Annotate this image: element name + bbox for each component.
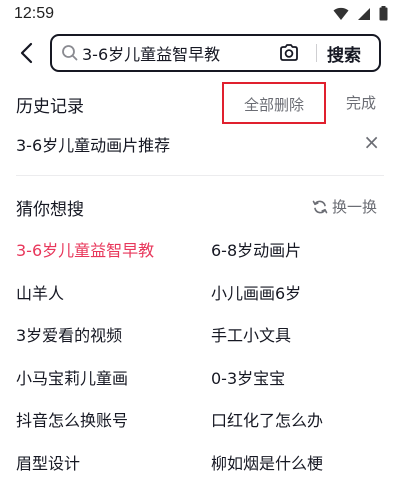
suggestion-item[interactable]: 抖音怎么换账号 <box>16 407 128 431</box>
close-icon[interactable]: × <box>363 130 380 154</box>
refresh-icon <box>312 200 328 213</box>
clear-all-highlight-box: 全部删除 <box>222 82 326 124</box>
history-title: 历史记录 <box>16 97 84 117</box>
history-item[interactable]: 3-6岁儿童动画片推荐 × <box>16 130 384 158</box>
battery-icon <box>379 6 388 21</box>
refresh-button[interactable]: 换一换 <box>312 196 377 217</box>
suggestion-item[interactable]: 6-8岁动画片 <box>211 237 301 261</box>
status-icons <box>333 6 388 21</box>
suggestion-item[interactable]: 柳如烟是什么梗 <box>211 450 323 474</box>
history-item-text: 3-6岁儿童动画片推荐 <box>16 136 171 155</box>
done-button[interactable]: 完成 <box>346 92 376 113</box>
status-bar: 12:59 <box>0 0 400 30</box>
camera-search-icon[interactable] <box>278 42 300 64</box>
back-button[interactable] <box>12 38 40 68</box>
search-input[interactable] <box>82 42 272 64</box>
suggestion-item[interactable]: 山羊人 <box>16 280 64 304</box>
suggestion-item[interactable]: 手工小文具 <box>211 322 291 346</box>
status-time: 12:59 <box>14 5 55 22</box>
wifi-icon <box>333 7 349 20</box>
back-arrow-icon <box>20 42 33 64</box>
search-icon <box>62 45 78 61</box>
signal-icon <box>358 7 370 20</box>
search-button[interactable]: 搜索 <box>327 41 361 66</box>
search-box[interactable]: 搜索 <box>50 34 381 72</box>
suggestion-item[interactable]: 3岁爱看的视频 <box>16 322 122 346</box>
suggestion-item[interactable]: 小儿画画6岁 <box>211 280 301 304</box>
suggestion-item[interactable]: 小马宝莉儿童画 <box>16 365 128 389</box>
suggestion-item[interactable]: 眉型设计 <box>16 450 80 474</box>
search-header: 搜索 <box>0 30 400 76</box>
suggestion-item[interactable]: 0-3岁宝宝 <box>211 365 285 389</box>
suggestion-item[interactable]: 3-6岁儿童益智早教 <box>16 237 154 261</box>
clear-all-button[interactable]: 全部删除 <box>244 94 304 115</box>
refresh-label: 换一换 <box>332 198 378 216</box>
suggestion-item[interactable]: 口红化了怎么办 <box>211 407 323 431</box>
search-divider <box>316 44 317 62</box>
guess-title: 猜你想搜 <box>16 200 84 220</box>
section-divider <box>16 175 384 176</box>
